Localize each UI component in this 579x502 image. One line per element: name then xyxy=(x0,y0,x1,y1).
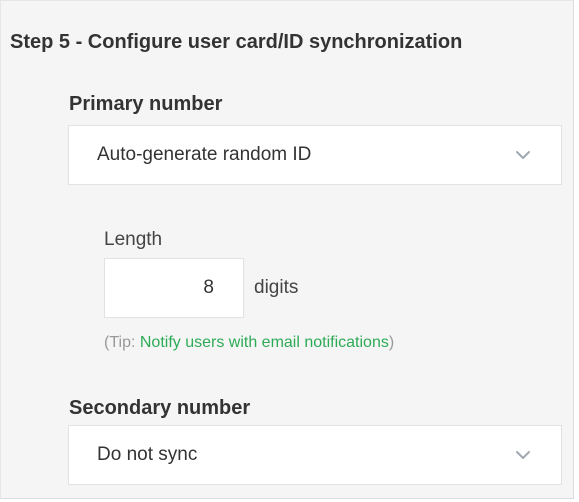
length-input[interactable] xyxy=(104,258,244,318)
secondary-number-label: Secondary number xyxy=(69,397,251,419)
step-title: Step 5 - Configure user card/ID synchron… xyxy=(10,31,463,53)
notify-users-link[interactable]: Notify users with email notifications xyxy=(140,334,389,351)
tip-prefix: (Tip: xyxy=(104,334,140,351)
secondary-number-select[interactable]: Do not sync xyxy=(68,425,562,485)
chevron-down-icon xyxy=(515,150,531,160)
secondary-number-selected-value: Do not sync xyxy=(97,444,198,465)
primary-number-select[interactable]: Auto-generate random ID xyxy=(68,125,562,185)
tip-suffix: ) xyxy=(388,334,395,351)
length-label: Length xyxy=(104,229,163,250)
chevron-down-icon xyxy=(515,450,531,460)
sync-settings-panel: Step 5 - Configure user card/ID synchron… xyxy=(0,0,574,499)
length-unit-label: digits xyxy=(254,277,299,298)
primary-number-label: Primary number xyxy=(69,93,223,115)
tip-text: (Tip: Notify users with email notificati… xyxy=(104,334,394,352)
primary-number-selected-value: Auto-generate random ID xyxy=(97,144,312,165)
